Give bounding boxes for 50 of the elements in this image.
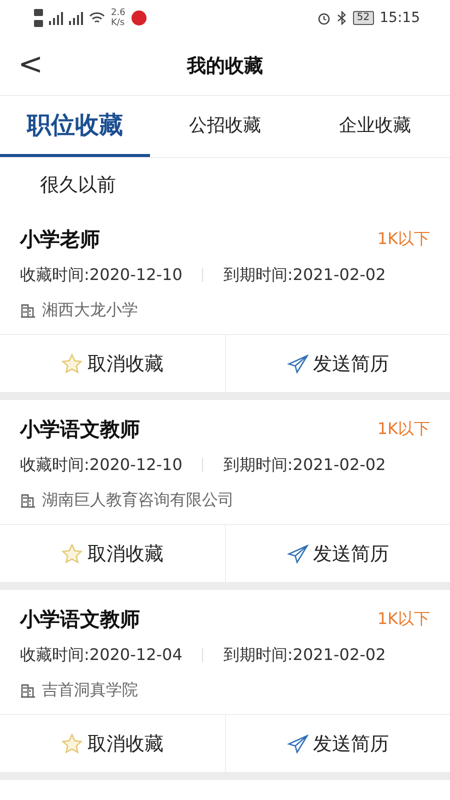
tab[interactable]: 职位收藏 — [0, 96, 150, 157]
unfavorite-button[interactable]: 取消收藏 — [0, 715, 224, 772]
battery-level: 52 — [352, 11, 374, 25]
back-button[interactable]: < — [12, 50, 50, 80]
unfavorite-button[interactable]: 取消收藏 — [0, 335, 224, 392]
job-card[interactable]: 小学语文教师 1K以下 收藏时间:2020-12-10 到期时间:2021-02-02 湖南巨人教育咨询有限公司 取消收藏 发送简历 — [0, 400, 450, 590]
job-card[interactable]: 小学语文教师 1K以下 收藏时间:2020-12-04 到期时间:2021-02-02 吉首洞真学院 取消收藏 发送简历 — [0, 590, 450, 780]
star-icon — [61, 542, 84, 564]
expiry-date: 到期时间:2021-02-02 — [223, 264, 386, 286]
send-icon — [286, 732, 309, 754]
app-notification-icon — [131, 10, 148, 26]
send-icon — [286, 352, 309, 374]
page-title: 我的收藏 — [187, 54, 263, 78]
job-title: 小学语文教师 — [20, 606, 140, 632]
company-name: 湖南巨人教育咨询有限公司 — [42, 490, 234, 510]
building-icon — [20, 302, 36, 318]
expiry-date: 到期时间:2021-02-02 — [223, 644, 386, 666]
bluetooth-icon — [336, 11, 347, 25]
send-resume-button[interactable]: 发送简历 — [224, 525, 450, 582]
job-title: 小学老师 — [20, 226, 100, 252]
saved-date: 收藏时间:2020-12-04 — [20, 644, 182, 666]
salary: 1K以下 — [377, 418, 430, 440]
signal-icon — [49, 12, 63, 24]
send-resume-button[interactable]: 发送简历 — [224, 335, 450, 392]
star-icon — [61, 732, 84, 754]
signal-icon — [69, 12, 83, 24]
tab[interactable]: 企业收藏 — [300, 96, 450, 157]
saved-date: 收藏时间:2020-12-10 — [20, 454, 182, 476]
company-name: 湘西大龙小学 — [42, 300, 138, 320]
wifi-icon — [89, 12, 105, 24]
building-icon — [20, 492, 36, 508]
unfavorite-button[interactable]: 取消收藏 — [0, 525, 224, 582]
network-speed: 2.6 — [111, 8, 126, 18]
speed-unit: K/s — [111, 18, 126, 28]
section-label: 很久以前 — [39, 173, 117, 198]
job-card[interactable]: 小学老师 1K以下 收藏时间:2020-12-10 到期时间:2021-02-02 湘西大龙小学 取消收藏 发送简历 — [0, 210, 450, 400]
alarm-icon — [316, 11, 331, 25]
job-title: 小学语文教师 — [20, 416, 140, 442]
sim-icon — [34, 9, 43, 27]
tab[interactable]: 公招收藏 — [150, 96, 300, 157]
company-name: 吉首洞真学院 — [42, 680, 138, 700]
send-icon — [286, 542, 309, 564]
salary: 1K以下 — [377, 228, 430, 250]
send-resume-button[interactable]: 发送简历 — [224, 715, 450, 772]
expiry-date: 到期时间:2021-02-02 — [223, 454, 386, 476]
star-icon — [61, 352, 84, 374]
building-icon — [20, 682, 36, 698]
salary: 1K以下 — [377, 608, 430, 630]
clock-time: 15:15 — [380, 10, 420, 26]
saved-date: 收藏时间:2020-12-10 — [20, 264, 182, 286]
